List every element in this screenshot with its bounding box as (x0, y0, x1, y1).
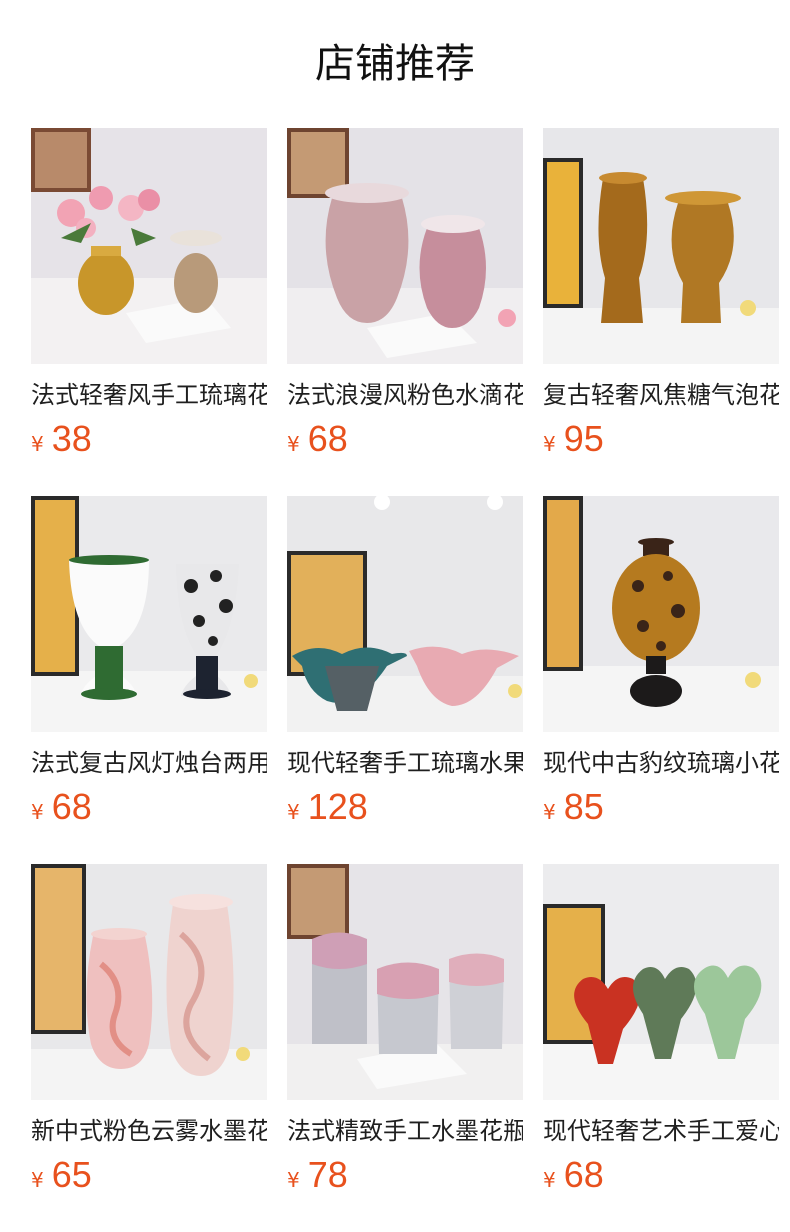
product-price: ¥ 68 (31, 786, 267, 827)
product-image[interactable] (543, 496, 779, 732)
price-amount: 85 (563, 786, 604, 827)
product-price: ¥ 85 (543, 786, 779, 827)
product-price: ¥ 38 (31, 418, 267, 459)
product-image[interactable] (543, 864, 779, 1100)
product-card[interactable]: 新中式粉色云雾水墨花瓶 ¥ 65 (31, 864, 267, 1195)
product-card[interactable]: 法式复古风灯烛台两用花瓶 ¥ 68 (31, 496, 267, 827)
currency-symbol: ¥ (31, 1168, 44, 1192)
product-image[interactable] (287, 128, 523, 364)
product-price: ¥ 68 (287, 418, 523, 459)
currency-symbol: ¥ (31, 432, 44, 456)
price-amount: 68 (307, 418, 348, 459)
product-price: ¥ 65 (31, 1154, 267, 1195)
product-price: ¥ 95 (543, 418, 779, 459)
product-image[interactable] (31, 864, 267, 1100)
price-amount: 38 (51, 418, 92, 459)
price-amount: 95 (563, 418, 604, 459)
product-image[interactable] (287, 496, 523, 732)
product-card[interactable]: 现代中古豹纹琉璃小花瓶 ¥ 85 (543, 496, 779, 827)
product-price: ¥ 128 (287, 786, 523, 827)
product-image[interactable] (287, 864, 523, 1100)
product-name[interactable]: 法式精致手工水墨花瓶 (287, 1114, 523, 1148)
product-image[interactable] (31, 128, 267, 364)
currency-symbol: ¥ (543, 1168, 556, 1192)
currency-symbol: ¥ (543, 800, 556, 824)
page-title: 店铺推荐 (315, 41, 475, 87)
product-grid: 法式轻奢风手工琉璃花瓶 ¥ 38 法式浪漫风粉色水滴花瓶 ¥ 68 (31, 128, 779, 1195)
product-name[interactable]: 现代中古豹纹琉璃小花瓶 (543, 746, 779, 780)
product-name[interactable]: 复古轻奢风焦糖气泡花瓶 (543, 378, 779, 412)
currency-symbol: ¥ (287, 1168, 300, 1192)
product-name[interactable]: 法式轻奢风手工琉璃花瓶 (31, 378, 267, 412)
product-card[interactable]: 法式轻奢风手工琉璃花瓶 ¥ 38 (31, 128, 267, 459)
product-image[interactable] (543, 128, 779, 364)
product-name[interactable]: 现代轻奢手工琉璃水果盘 (287, 746, 523, 780)
product-card[interactable]: 现代轻奢手工琉璃水果盘 ¥ 128 (287, 496, 523, 827)
product-price: ¥ 78 (287, 1154, 523, 1195)
product-card[interactable]: 法式精致手工水墨花瓶 ¥ 78 (287, 864, 523, 1195)
currency-symbol: ¥ (543, 432, 556, 456)
price-amount: 68 (51, 786, 92, 827)
price-amount: 68 (563, 1154, 604, 1195)
product-name[interactable]: 现代轻奢艺术手工爱心摆件 (543, 1114, 779, 1148)
product-name[interactable]: 法式复古风灯烛台两用花瓶 (31, 746, 267, 780)
product-price: ¥ 68 (543, 1154, 779, 1195)
price-amount: 128 (307, 786, 368, 827)
product-image[interactable] (31, 496, 267, 732)
product-card[interactable]: 复古轻奢风焦糖气泡花瓶 ¥ 95 (543, 128, 779, 459)
currency-symbol: ¥ (287, 432, 300, 456)
price-amount: 78 (307, 1154, 348, 1195)
currency-symbol: ¥ (287, 800, 300, 824)
price-amount: 65 (51, 1154, 92, 1195)
product-name[interactable]: 法式浪漫风粉色水滴花瓶 (287, 378, 523, 412)
currency-symbol: ¥ (31, 800, 44, 824)
product-card[interactable]: 现代轻奢艺术手工爱心摆件 ¥ 68 (543, 864, 779, 1195)
product-name[interactable]: 新中式粉色云雾水墨花瓶 (31, 1114, 267, 1148)
product-card[interactable]: 法式浪漫风粉色水滴花瓶 ¥ 68 (287, 128, 523, 459)
